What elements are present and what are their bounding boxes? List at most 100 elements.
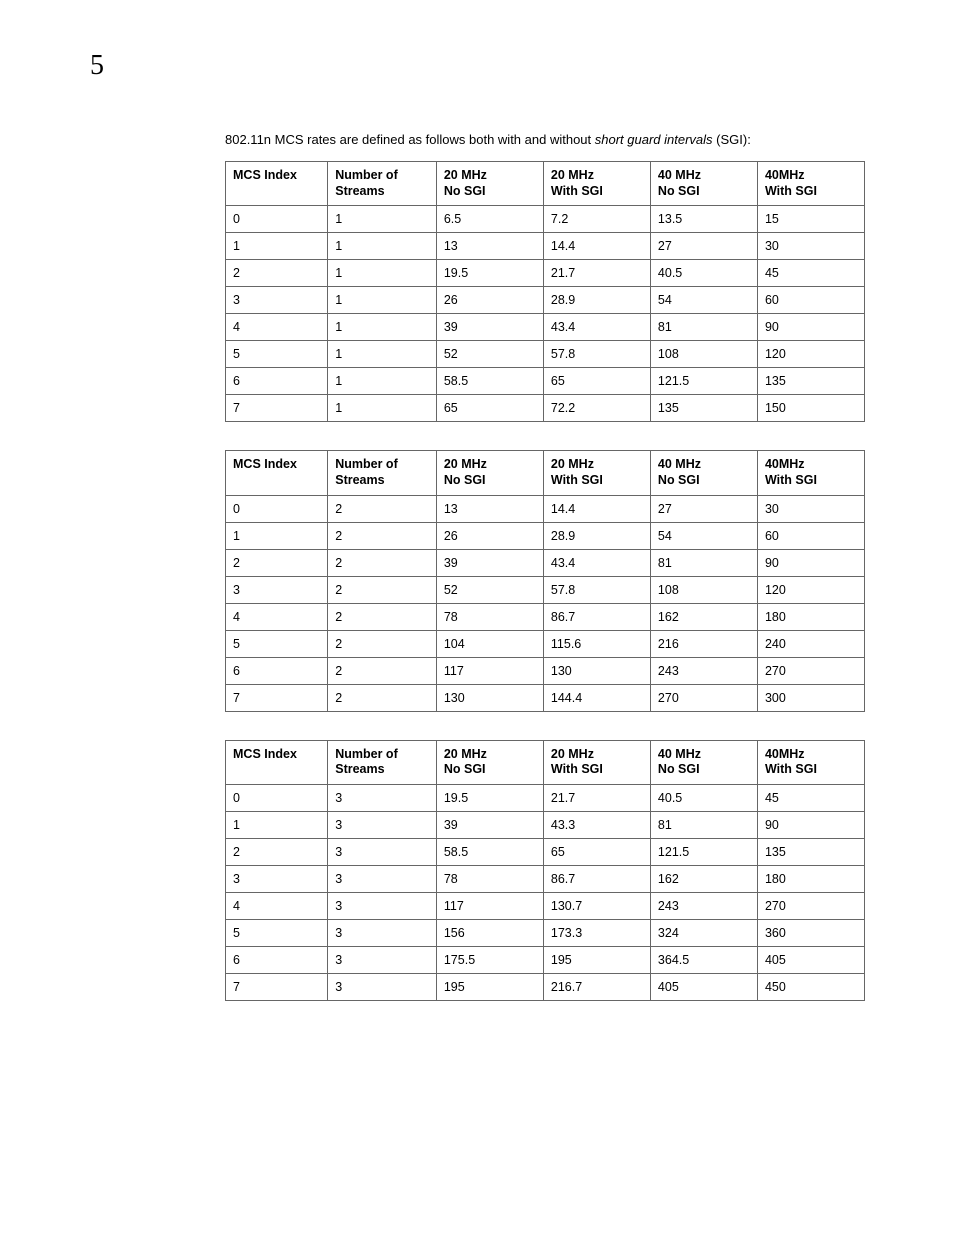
table-cell: 19.5 [436,784,543,811]
table-cell: 58.5 [436,838,543,865]
table-cell: 2 [328,549,437,576]
table-cell: 30 [757,233,864,260]
table-cell: 39 [436,549,543,576]
table-cell: 405 [757,946,864,973]
col-header-line1: 40MHz [765,747,805,761]
table-row: 016.57.213.515 [226,206,865,233]
table-cell: 3 [226,287,328,314]
table-row: 52104115.6216240 [226,630,865,657]
table-cell: 243 [650,892,757,919]
table-cell: 2 [226,260,328,287]
table-cell: 240 [757,630,864,657]
table-cell: 270 [757,892,864,919]
table-cell: 39 [436,314,543,341]
table-cell: 5 [226,630,328,657]
table-row: 2119.521.740.545 [226,260,865,287]
table-cell: 180 [757,603,864,630]
table-cell: 43.3 [543,811,650,838]
table-cell: 3 [328,919,437,946]
table-cell: 40.5 [650,260,757,287]
table-cell: 30 [757,495,864,522]
table-cell: 3 [328,838,437,865]
table-cell: 13 [436,233,543,260]
col-header-line1: 40MHz [765,457,805,471]
col-header: 20 MHzWith SGI [543,451,650,495]
table-cell: 364.5 [650,946,757,973]
table-cell: 28.9 [543,522,650,549]
table-cell: 39 [436,811,543,838]
col-header-line1: MCS Index [233,457,297,471]
col-header: 40MHzWith SGI [757,740,864,784]
table-cell: 78 [436,865,543,892]
table-cell: 2 [328,576,437,603]
table-row: 337886.7162180 [226,865,865,892]
table-cell: 1 [328,314,437,341]
table-cell: 1 [328,341,437,368]
table-cell: 104 [436,630,543,657]
table-cell: 78 [436,603,543,630]
table-cell: 40.5 [650,784,757,811]
table-cell: 3 [328,811,437,838]
table-cell: 90 [757,811,864,838]
table-cell: 3 [328,946,437,973]
table-cell: 115.6 [543,630,650,657]
table-cell: 15 [757,206,864,233]
mcs-table-3: MCS IndexNumber of Streams20 MHzNo SGI20… [225,740,865,1001]
table-cell: 3 [226,865,328,892]
table-cell: 26 [436,522,543,549]
table-cell: 1 [226,233,328,260]
table-cell: 175.5 [436,946,543,973]
col-header-line1: Number of Streams [335,168,398,198]
table-cell: 65 [543,838,650,865]
col-header-line2: No SGI [444,184,486,198]
table-cell: 1 [328,368,437,395]
col-header-line2: With SGI [551,473,603,487]
col-header-line1: 40 MHz [658,168,701,182]
table-row: 53156173.3324360 [226,919,865,946]
col-header-line2: With SGI [551,184,603,198]
table-cell: 324 [650,919,757,946]
col-header: MCS Index [226,740,328,784]
table-cell: 86.7 [543,603,650,630]
col-header-line1: 40MHz [765,168,805,182]
table-cell: 14.4 [543,495,650,522]
intro-suffix: (SGI): [713,132,751,147]
table-cell: 120 [757,341,864,368]
table-cell: 43.4 [543,549,650,576]
table-cell: 135 [757,368,864,395]
table-cell: 120 [757,576,864,603]
table-cell: 108 [650,341,757,368]
table-cell: 1 [328,233,437,260]
table-row: 122628.95460 [226,522,865,549]
table-cell: 270 [650,684,757,711]
mcs-table-2: MCS IndexNumber of Streams20 MHzNo SGI20… [225,450,865,711]
col-header-line2: With SGI [765,473,817,487]
col-header-line1: 40 MHz [658,457,701,471]
col-header-line1: 20 MHz [444,168,487,182]
table-cell: 27 [650,495,757,522]
table-cell: 57.8 [543,341,650,368]
table-cell: 0 [226,206,328,233]
table-header-row: MCS IndexNumber of Streams20 MHzNo SGI20… [226,451,865,495]
table-cell: 360 [757,919,864,946]
table-cell: 4 [226,314,328,341]
col-header-line1: 20 MHz [444,747,487,761]
table-cell: 3 [328,892,437,919]
intro-emphasis: short guard intervals [595,132,713,147]
table-cell: 7.2 [543,206,650,233]
table-row: 2358.565121.5135 [226,838,865,865]
table-cell: 13.5 [650,206,757,233]
intro-prefix: 802.11n MCS rates are defined as follows… [225,132,595,147]
table-cell: 7 [226,395,328,422]
table-row: 427886.7162180 [226,603,865,630]
table-row: 72130144.4270300 [226,684,865,711]
table-row: 021314.42730 [226,495,865,522]
col-header: 20 MHzWith SGI [543,162,650,206]
table-cell: 144.4 [543,684,650,711]
table-cell: 130 [436,684,543,711]
table-cell: 60 [757,287,864,314]
table-cell: 81 [650,811,757,838]
table-cell: 21.7 [543,260,650,287]
table-cell: 54 [650,287,757,314]
table-row: 62117130243270 [226,657,865,684]
